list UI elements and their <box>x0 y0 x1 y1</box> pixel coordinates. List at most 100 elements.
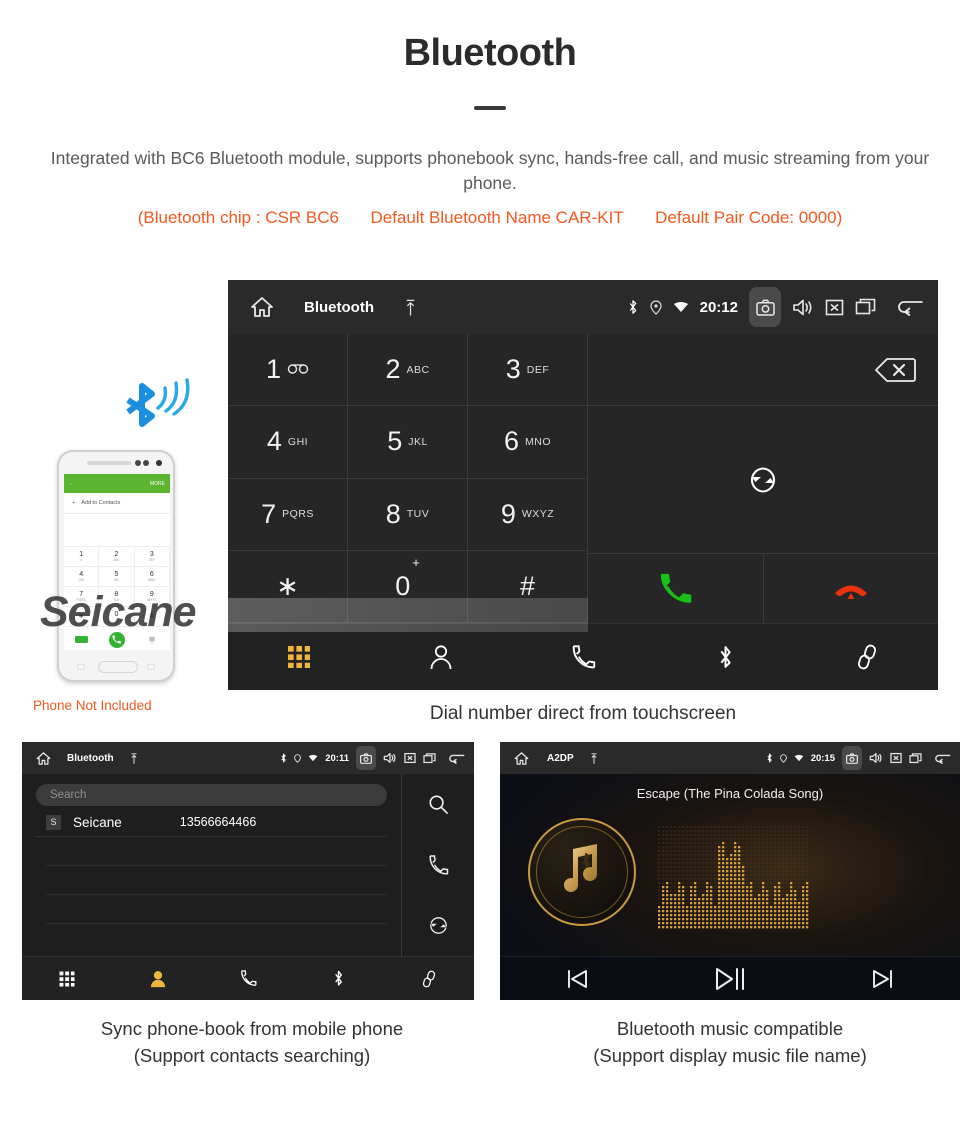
music-controls <box>500 956 960 1000</box>
dial-key-star[interactable]: ∗ <box>228 550 348 623</box>
recents-icon[interactable] <box>855 298 876 316</box>
recents-icon[interactable] <box>423 752 436 764</box>
camera-icon[interactable] <box>842 746 862 770</box>
nav-contacts[interactable] <box>112 966 202 992</box>
hangup-icon <box>834 585 867 599</box>
bluetooth-icon <box>627 299 639 315</box>
bluetooth-icon[interactable] <box>716 644 735 671</box>
phone-keyboard-icon <box>135 627 170 650</box>
backspace-icon[interactable] <box>874 356 916 384</box>
phone-back-key <box>147 664 155 670</box>
contacts-icon[interactable] <box>149 970 165 988</box>
dial-key-9[interactable]: 9 WXYZ <box>468 478 588 551</box>
volume-icon[interactable] <box>383 752 397 764</box>
nav-bluetooth[interactable] <box>654 644 796 671</box>
search-icon[interactable] <box>428 794 449 815</box>
sync-button[interactable] <box>402 895 474 956</box>
dial-key-digit: ∗ <box>276 570 299 601</box>
dial-key-0[interactable]: 0 + <box>348 550 468 623</box>
dial-key-1[interactable]: 1 <box>228 334 348 407</box>
previous-button[interactable] <box>500 968 653 990</box>
camera-icon[interactable] <box>356 746 376 770</box>
music-caption: Bluetooth music compatible (Support disp… <box>500 1015 960 1069</box>
play-pause-button[interactable] <box>653 966 806 992</box>
link-icon[interactable] <box>421 970 437 988</box>
search-button[interactable] <box>402 774 474 835</box>
dial-key-digit: 7 <box>261 498 277 529</box>
dialer-body: 1 2 ABC 3 DEF 4 GHI 5 JKL 6 MNO 7 PQRS 8 TUV 9 WXYZ ∗ 0 + # <box>228 334 938 623</box>
nav-contacts[interactable] <box>370 644 512 670</box>
call-log-icon[interactable] <box>571 644 596 670</box>
close-box-icon[interactable] <box>404 752 416 764</box>
close-box-icon[interactable] <box>890 752 902 764</box>
sync-icon[interactable] <box>428 915 449 936</box>
dial-key-letters: JKL <box>408 435 428 448</box>
camera-icon[interactable] <box>749 287 781 327</box>
recents-icon[interactable] <box>909 752 922 764</box>
bluetooth-icon[interactable] <box>332 969 345 987</box>
back-icon[interactable] <box>896 298 924 316</box>
spec-chip: (Bluetooth chip : CSR BC6 <box>137 208 339 227</box>
phone-sensor-dot <box>143 460 149 466</box>
nav-call-log[interactable] <box>203 966 293 991</box>
phone-mock-key: 4 GHI <box>64 567 100 587</box>
dial-key-digit: 0 <box>395 570 411 601</box>
head-unit-dialer-screen: Bluetooth 20:12 1 2 ABC 3 DEF 4 GHI 5 JK… <box>228 280 938 690</box>
home-icon[interactable] <box>242 295 282 319</box>
nav-link[interactable] <box>384 966 474 992</box>
call-log-icon[interactable] <box>428 854 449 876</box>
dialer-sync-button[interactable] <box>588 406 938 554</box>
dial-key-hash[interactable]: # <box>468 550 588 623</box>
keypad-icon[interactable] <box>59 971 75 986</box>
phone-mock-key: 9 WXYZ <box>134 587 170 607</box>
contact-row-empty <box>46 866 387 895</box>
dialer-status-bar: Bluetooth 20:12 <box>228 280 938 334</box>
dial-key-letters: ABC <box>406 363 430 376</box>
dialer-right-pane <box>588 334 938 623</box>
home-icon[interactable] <box>31 751 55 766</box>
nav-keypad[interactable] <box>22 968 112 990</box>
nav-call-log[interactable] <box>512 644 654 670</box>
bluetooth-icon <box>280 753 287 763</box>
nav-bluetooth[interactable] <box>293 965 383 992</box>
call-button[interactable] <box>402 835 474 896</box>
next-button[interactable] <box>807 968 960 990</box>
dial-key-8[interactable]: 8 TUV <box>348 478 468 551</box>
link-icon[interactable] <box>855 644 879 670</box>
nav-link[interactable] <box>796 644 938 670</box>
phone-speaker <box>87 461 131 465</box>
dialer-number-field[interactable] <box>588 334 938 406</box>
volume-icon[interactable] <box>792 298 814 317</box>
search-input[interactable]: Search <box>36 784 387 806</box>
search-placeholder: Search <box>50 789 87 801</box>
phone-add-button <box>64 627 99 650</box>
phone-front-camera-icon <box>156 460 162 466</box>
back-icon[interactable] <box>448 753 465 764</box>
dial-key-4[interactable]: 4 GHI <box>228 406 348 479</box>
dial-key-5[interactable]: 5 JKL <box>348 406 468 479</box>
dial-key-6[interactable]: 6 MNO <box>468 406 588 479</box>
track-title: Escape (The Pina Colada Song) <box>636 786 824 801</box>
contacts-icon[interactable] <box>429 644 453 670</box>
close-box-icon[interactable] <box>825 298 844 317</box>
call-log-icon[interactable] <box>240 970 257 987</box>
back-icon[interactable] <box>934 753 951 764</box>
dial-key-digit: 9 <box>500 498 516 529</box>
home-icon[interactable] <box>509 751 533 766</box>
head-unit-music-screen: A2DP 20:15 Escape (The Pina Colada Song) <box>500 742 960 1000</box>
phone-mock-key: 2 ABC <box>99 547 135 567</box>
hangup-button[interactable] <box>764 554 939 623</box>
call-button[interactable] <box>588 554 764 623</box>
volume-icon[interactable] <box>869 752 883 764</box>
contact-row[interactable]: S Seicane 13566664466 <box>36 808 387 837</box>
phone-mock-key: 5 JKL <box>99 567 135 587</box>
keypad-icon[interactable] <box>288 646 310 668</box>
phone-mock-key: 1 ∞ <box>64 547 100 567</box>
sync-icon[interactable] <box>748 465 778 495</box>
dial-key-7[interactable]: 7 PQRS <box>228 478 348 551</box>
phonebook-caption-line1: Sync phone-book from mobile phone <box>100 1018 404 1039</box>
nav-keypad[interactable] <box>228 646 370 668</box>
dial-key-3[interactable]: 3 DEF <box>468 334 588 407</box>
dial-key-sup: + <box>412 554 420 570</box>
dial-key-2[interactable]: 2 ABC <box>348 334 468 407</box>
